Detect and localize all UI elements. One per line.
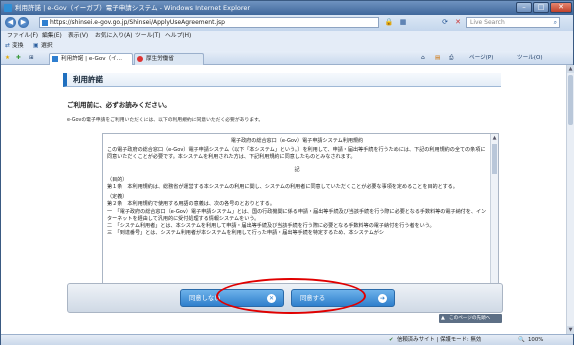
window-title: 利用許諾 | e-Gov（イーガブ）電子申請システム - Windows Int… [15,4,251,12]
page-scrollbar[interactable]: ▲ ▼ [566,65,574,334]
article2-item3: 三 「到達番号」とは、システム利用者が本システムを利用して行った申請・届出等手続… [107,230,384,237]
browser-window: 利用許諾 | e-Gov（イーガブ）電子申請システム - Windows Int… [0,0,574,345]
home-icon[interactable]: ⌂ [421,53,425,64]
terms-text: 電子政府の総合窓口（e-Gov）電子申請システム利用規約 この電子政府の総合窓口… [103,134,491,291]
menu-view[interactable]: 表示(V) [68,31,88,41]
forward-icon[interactable]: ▶ [18,17,29,28]
select-icon: ▣ [33,43,39,49]
search-icon[interactable]: ⌕ [554,18,557,28]
favorites-star-icon[interactable]: ★ [5,53,10,64]
page-scroll-thumb[interactable] [568,75,573,125]
convert-button[interactable]: 変換 [12,41,24,51]
article1-title: （目的） [107,176,128,183]
stop-icon[interactable]: ✕ [452,17,464,28]
zoom-level[interactable]: 100% [528,335,543,345]
article1-text: 第１条 本利用規約は、総務省が運営する本システムの利用に関し、システムの利用者に… [107,184,458,191]
terms-intro: この電子政府の総合窓口（e-Gov）電子申請システム（以下「本システム」という。… [107,147,486,161]
terms-ki: 記 [294,166,300,173]
page-content: 利用許諾 ご利用前に、必ずお読みください。 e-Govの電子申請をご利用いただく… [1,65,566,334]
search-input[interactable]: Live Search ⌕ [466,17,560,28]
mhlw-favicon [137,56,143,62]
article2-text: 第２条 本利用規約で使用する用語の意義は、次の各号のとおりとする。 [107,201,275,208]
trusted-check-icon: ✔ [389,337,394,343]
minimize-button[interactable]: – [516,2,532,13]
refresh-icon[interactable]: ⟳ [439,17,451,28]
scroll-up-icon[interactable]: ▲ [491,134,498,142]
page-menu[interactable]: ページ(P) [469,53,493,64]
security-zone[interactable]: 信頼済みサイト | 保護モード: 無効 [397,335,481,345]
page-scroll-down-icon[interactable]: ▼ [567,326,574,334]
article2-item1: 一 「電子政府の総合窓口（e-Gov）電子申請システム」とは、国の行政機関に係る… [107,208,487,222]
back-icon[interactable]: ◀ [5,17,16,28]
menu-favorites[interactable]: お気に入り(A) [95,31,132,41]
menu-tools[interactable]: ツール(T) [135,31,160,41]
terms-scrollbar[interactable]: ▲ ▼ [490,134,498,291]
select-button[interactable]: 選択 [41,41,53,51]
menu-edit[interactable]: 編集(E) [42,31,62,41]
tab-use-agreement[interactable]: 利用許諾 | e-Gov（イ... [49,53,133,65]
menu-file[interactable]: ファイル(F) [7,31,38,41]
tab-label: 利用許諾 | e-Gov（イ... [61,56,123,62]
compatibility-icon[interactable]: ▦ [397,17,409,28]
url-field[interactable]: https://shinsei.e-gov.go.jp/Shinsei/Appl… [39,17,379,28]
zoom-icon: 🔍 [518,337,525,343]
tab-bar: ★ ✚ ⊞ 利用許諾 | e-Gov（イ... 厚生労働省 ⌂ ▤ ⎙ ページ(… [1,51,573,65]
menu-bar: ファイル(F) 編集(E) 表示(V) お気に入り(A) ツール(T) ヘルプ(… [1,31,573,41]
url-text: https://shinsei.e-gov.go.jp/Shinsei/Appl… [50,19,225,26]
terms-title: 電子政府の総合窓口（e-Gov）電子申請システム利用規約 [230,138,364,144]
page-top-link[interactable]: ▲ このページの先頭へ [439,314,502,323]
search-placeholder: Live Search [470,19,505,26]
add-favorite-icon[interactable]: ✚ [16,53,21,64]
tab-label: 厚生労働省 [146,56,174,62]
egov-favicon [52,56,58,62]
terms-textarea[interactable]: 電子政府の総合窓口（e-Gov）電子申請システム利用規約 この電子政府の総合窓口… [102,133,499,292]
address-bar: ◀ ▶ https://shinsei.e-gov.go.jp/Shinsei/… [1,15,573,31]
tab-mhlw[interactable]: 厚生労働省 [134,53,204,65]
menu-help[interactable]: ヘルプ(H) [165,31,191,41]
title-bar: 利用許諾 | e-Gov（イーガブ）電子申請システム - Windows Int… [1,1,573,15]
page-top-label: このページの先頭へ [449,316,491,321]
arrow-up-icon: ▲ [441,315,445,321]
page-title: 利用許諾 [63,73,501,87]
ie-icon [4,4,12,12]
print-icon[interactable]: ⎙ [449,53,453,64]
close-button[interactable]: ✕ [550,2,572,13]
highlight-circle [216,278,366,314]
tools-menu[interactable]: ツール(O) [517,53,543,64]
read-first-notice: ご利用前に、必ずお読みください。 [67,101,171,109]
lock-icon[interactable]: 🔒 [383,17,395,28]
tab-list-icon[interactable]: ⊞ [29,53,34,64]
agreement-note: e-Govの電子申請をご利用いただくには、以下の利用規約に同意いただく必要があり… [67,118,264,123]
arrow-right-icon: ➔ [378,294,387,303]
scroll-thumb[interactable] [492,144,497,174]
feeds-icon[interactable]: ▤ [435,53,440,64]
convert-toolbar: ⇄ 変換 ▣ 選択 [1,41,573,51]
status-bar: ✔ 信頼済みサイト | 保護モード: 無効 🔍 100% [1,334,573,345]
page-scroll-up-icon[interactable]: ▲ [567,65,574,73]
maximize-button[interactable]: □ [533,2,549,13]
site-favicon [42,20,48,26]
convert-icon: ⇄ [5,43,10,49]
